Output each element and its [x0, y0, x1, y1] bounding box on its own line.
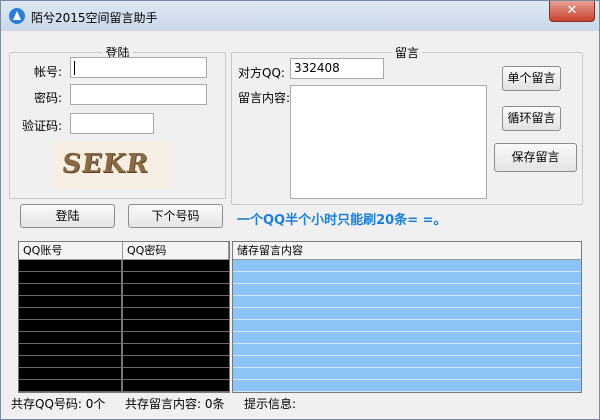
captcha-image[interactable]: SEKR: [54, 141, 172, 189]
info-status-label: 提示信息:: [244, 397, 297, 411]
qq-count-status: 共存QQ号码: 0个: [11, 397, 106, 411]
captcha-input[interactable]: [70, 113, 154, 134]
title-bar: 陌兮2015空间留言助手 ✕: [1, 1, 599, 31]
message-legend: 留言: [394, 46, 419, 60]
text-cursor: [74, 60, 75, 75]
close-button[interactable]: ✕: [549, 1, 595, 22]
table-row[interactable]: [233, 368, 581, 380]
client-area: 登陆 帐号: 密码: 验证码: SEKR 登陆 下个号码 留言 对方QQ: 33…: [9, 31, 591, 411]
target-qq-label: 对方QQ:: [238, 66, 285, 80]
captcha-label: 验证码:: [22, 119, 63, 133]
table-row[interactable]: [19, 272, 229, 284]
account-input[interactable]: [70, 57, 207, 78]
accounts-table-body: [19, 260, 229, 392]
message-count-status: 共存留言内容: 0条: [125, 397, 225, 411]
captcha-text: SEKR: [59, 149, 151, 179]
accounts-table[interactable]: QQ账号 QQ密码: [18, 241, 230, 393]
saved-table-body: [233, 260, 581, 392]
table-row[interactable]: [233, 272, 581, 284]
loop-message-button[interactable]: 循环留言: [502, 106, 561, 131]
content-label: 留言内容:: [238, 91, 291, 105]
table-row[interactable]: [19, 284, 229, 296]
message-content-textarea[interactable]: [290, 85, 487, 199]
table-row[interactable]: [19, 344, 229, 356]
column-header-qq-account[interactable]: QQ账号: [19, 242, 123, 259]
table-row[interactable]: [19, 332, 229, 344]
table-row[interactable]: [233, 296, 581, 308]
next-account-button[interactable]: 下个号码: [128, 204, 223, 228]
main-window: 陌兮2015空间留言助手 ✕ 登陆 帐号: 密码: 验证码: SEKR 登陆 下…: [0, 0, 600, 420]
account-label: 帐号:: [34, 65, 63, 79]
table-row[interactable]: [19, 320, 229, 332]
table-row[interactable]: [19, 368, 229, 380]
table-row[interactable]: [19, 356, 229, 368]
login-button[interactable]: 登陆: [20, 204, 115, 228]
app-logo-icon: [9, 8, 25, 24]
password-label: 密码:: [34, 91, 63, 105]
column-header-saved-content[interactable]: 储存留言内容: [233, 242, 581, 259]
password-input[interactable]: [70, 84, 207, 105]
saved-table-header: 储存留言内容: [233, 242, 581, 260]
table-row[interactable]: [233, 356, 581, 368]
status-bar: 共存QQ号码: 0个 共存留言内容: 0条 提示信息:: [9, 395, 591, 411]
table-row[interactable]: [233, 320, 581, 332]
table-row[interactable]: [19, 380, 229, 392]
single-message-button[interactable]: 单个留言: [502, 66, 561, 91]
hint-text: 一个QQ半个小时只能刷20条= =。: [237, 213, 447, 228]
table-row[interactable]: [233, 332, 581, 344]
column-header-qq-password[interactable]: QQ密码: [123, 242, 229, 259]
save-message-button[interactable]: 保存留言: [494, 143, 577, 172]
table-row[interactable]: [19, 308, 229, 320]
target-qq-input[interactable]: 332408: [290, 58, 384, 79]
accounts-table-header: QQ账号 QQ密码: [19, 242, 229, 260]
table-row[interactable]: [233, 380, 581, 392]
saved-messages-table[interactable]: 储存留言内容: [232, 241, 582, 393]
table-row[interactable]: [233, 260, 581, 272]
table-row[interactable]: [19, 296, 229, 308]
table-row[interactable]: [19, 260, 229, 272]
window-title: 陌兮2015空间留言助手: [31, 11, 158, 25]
table-row[interactable]: [233, 284, 581, 296]
table-row[interactable]: [233, 344, 581, 356]
table-row[interactable]: [233, 308, 581, 320]
